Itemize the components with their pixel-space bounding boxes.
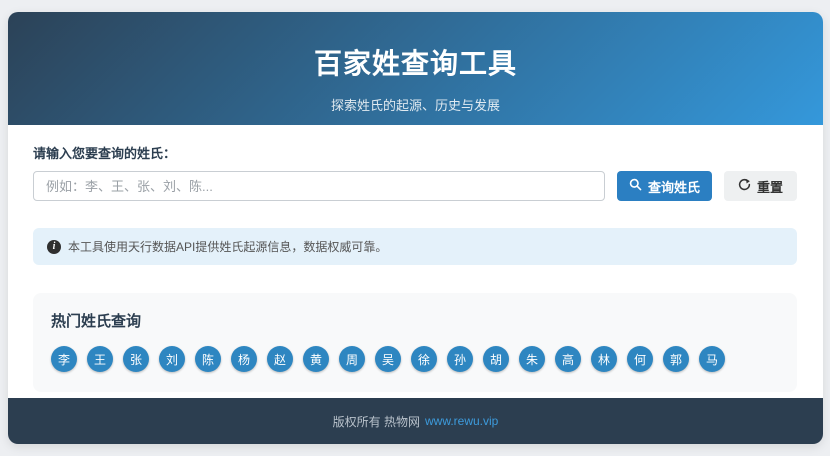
page-subtitle: 探索姓氏的起源、历史与发展	[330, 98, 500, 113]
copyright-text: 版权所有 热物网	[332, 414, 420, 429]
surname-button[interactable]: 郭	[663, 346, 689, 372]
reset-button[interactable]: 重置	[724, 171, 797, 201]
notice-text: 本工具使用天行数据API提供姓氏起源信息，数据权威可靠。	[68, 240, 388, 254]
content-area: 请输入您要查询的姓氏： 查询姓氏 重	[8, 125, 823, 398]
surname-button[interactable]: 高	[555, 346, 581, 372]
surname-list: 李王张刘陈杨赵黄周吴徐孙胡朱高林何郭马	[51, 346, 779, 372]
reset-button-label: 重置	[756, 179, 783, 195]
main-card: 百家姓查询工具 探索姓氏的起源、历史与发展 请输入您要查询的姓氏： 查询姓氏	[8, 12, 823, 444]
search-icon	[629, 178, 642, 194]
hot-surnames-title: 热门姓氏查询	[51, 313, 142, 330]
surname-button[interactable]: 吴	[375, 346, 401, 372]
search-row: 查询姓氏 重置	[33, 171, 797, 201]
footer-link[interactable]: www.rewu.vip	[425, 414, 498, 428]
surname-button[interactable]: 马	[699, 346, 725, 372]
surname-button[interactable]: 张	[123, 346, 149, 372]
surname-button[interactable]: 朱	[519, 346, 545, 372]
surname-button[interactable]: 徐	[411, 346, 437, 372]
query-surname-button[interactable]: 查询姓氏	[617, 171, 712, 201]
page-header: 百家姓查询工具 探索姓氏的起源、历史与发展	[8, 12, 823, 125]
surname-button[interactable]: 李	[51, 346, 77, 372]
page-title: 百家姓查询工具	[313, 48, 517, 79]
surname-button[interactable]: 刘	[159, 346, 185, 372]
query-button-label: 查询姓氏	[647, 179, 700, 195]
surname-button[interactable]: 黄	[303, 346, 329, 372]
info-notice: i 本工具使用天行数据API提供姓氏起源信息，数据权威可靠。	[33, 228, 797, 265]
page-footer: 版权所有 热物网 www.rewu.vip	[8, 398, 823, 444]
surname-button[interactable]: 何	[627, 346, 653, 372]
surname-search-input[interactable]	[33, 171, 605, 201]
surname-button[interactable]: 王	[87, 346, 113, 372]
surname-button[interactable]: 赵	[267, 346, 293, 372]
hot-surnames-card: 热门姓氏查询 李王张刘陈杨赵黄周吴徐孙胡朱高林何郭马	[33, 293, 797, 392]
refresh-icon	[738, 178, 751, 194]
surname-button[interactable]: 孙	[447, 346, 473, 372]
surname-button[interactable]: 林	[591, 346, 617, 372]
surname-button[interactable]: 周	[339, 346, 365, 372]
surname-button[interactable]: 杨	[231, 346, 257, 372]
info-icon: i	[47, 239, 61, 254]
search-label: 请输入您要查询的姓氏：	[33, 146, 177, 161]
surname-button[interactable]: 陈	[195, 346, 221, 372]
surname-button[interactable]: 胡	[483, 346, 509, 372]
